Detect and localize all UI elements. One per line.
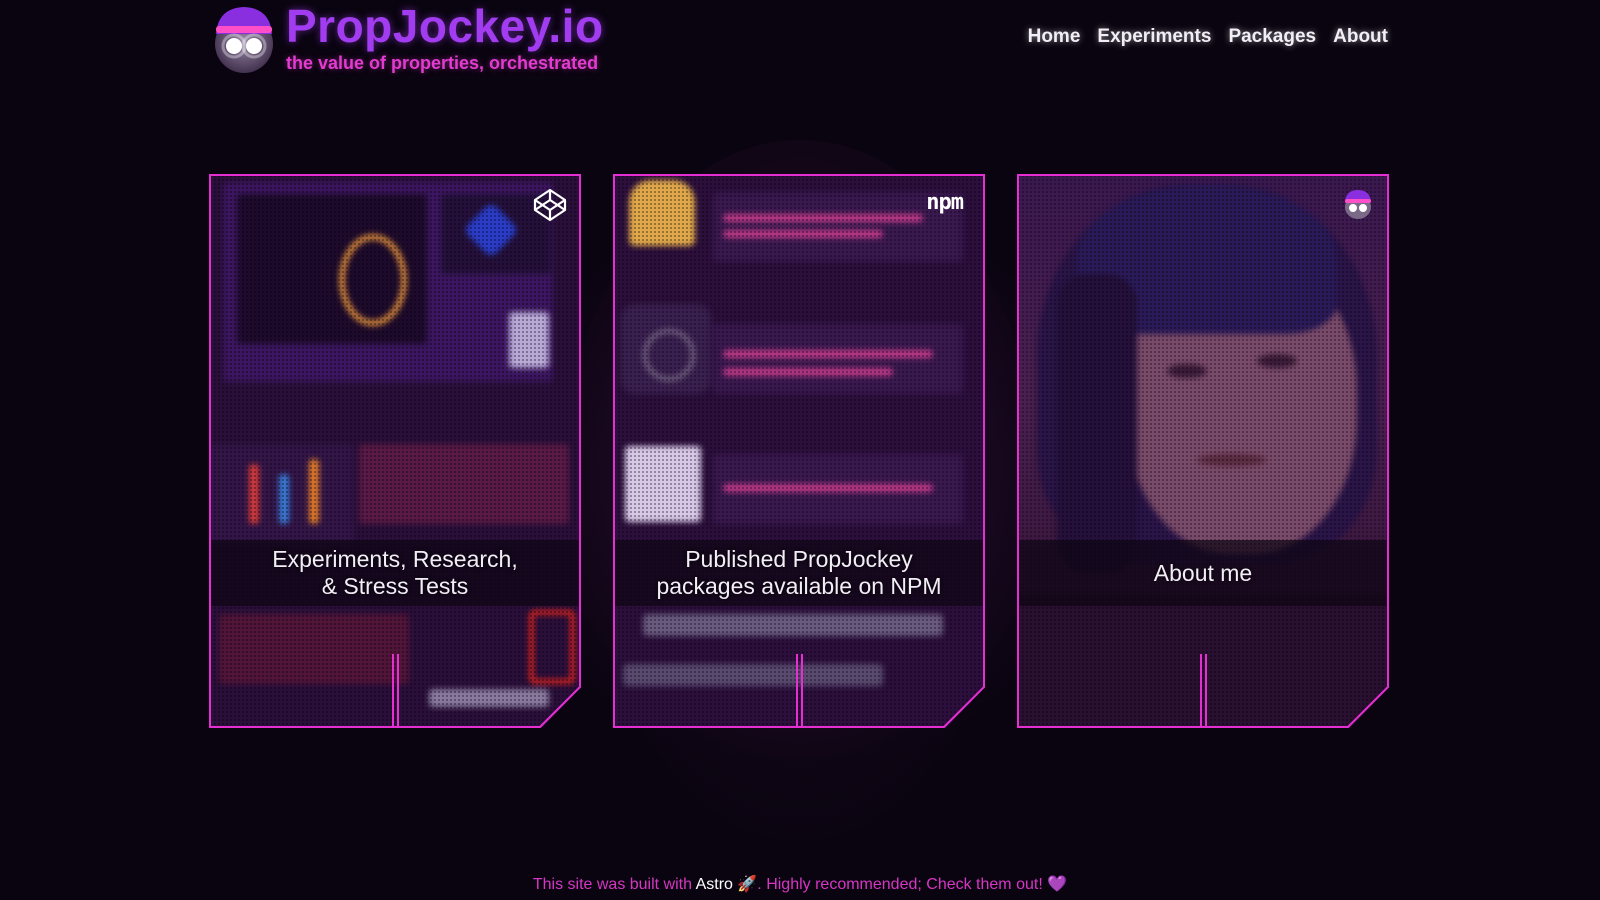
about-card-photo: About me	[1017, 174, 1389, 728]
main-nav: Home Experiments Packages About	[1028, 26, 1388, 48]
packages-card-caption: Published PropJockey packages available …	[656, 546, 942, 599]
codepen-icon	[533, 188, 567, 227]
packages-card[interactable]: Published PropJockey packages available …	[613, 174, 985, 728]
footer-prefix: This site was built with	[532, 876, 693, 893]
site-footer: This site was built with Astro 🚀. Highly…	[0, 874, 1600, 894]
site-header: PropJockey.io the value of properties, o…	[0, 0, 1600, 90]
nav-experiments[interactable]: Experiments	[1097, 26, 1211, 48]
nav-packages[interactable]: Packages	[1228, 26, 1316, 48]
about-card-caption-bar: About me	[1017, 540, 1389, 606]
npm-logo: npm	[926, 190, 964, 215]
experiments-card-caption: Experiments, Research, & Stress Tests	[272, 546, 518, 599]
experiments-card-preview: Experiments, Research, & Stress Tests	[209, 174, 581, 728]
packages-card-caption-bar: Published PropJockey packages available …	[613, 540, 985, 606]
rocket-icon: 🚀	[737, 876, 758, 893]
site-tagline: the value of properties, orchestrated	[286, 53, 599, 73]
about-card[interactable]: About me	[1017, 174, 1389, 728]
purple-heart-icon: 💜	[1047, 876, 1068, 893]
footer-suffix: . Highly recommended; Check them out!	[757, 876, 1043, 893]
brand: PropJockey.io the value of properties, o…	[286, 0, 604, 74]
site-title[interactable]: PropJockey.io	[286, 0, 604, 52]
propjockey-mascot-icon	[1343, 188, 1373, 225]
page: PropJockey.io the value of properties, o…	[0, 0, 1600, 900]
experiments-card[interactable]: Experiments, Research, & Stress Tests	[209, 174, 581, 728]
propjockey-logo-icon[interactable]	[212, 4, 276, 74]
nav-home[interactable]: Home	[1028, 26, 1081, 48]
astro-link[interactable]: Astro	[696, 876, 733, 893]
experiments-card-caption-bar: Experiments, Research, & Stress Tests	[209, 540, 581, 606]
nav-about[interactable]: About	[1333, 26, 1388, 48]
about-card-caption: About me	[1153, 559, 1253, 586]
packages-card-preview: Published PropJockey packages available …	[613, 174, 985, 728]
